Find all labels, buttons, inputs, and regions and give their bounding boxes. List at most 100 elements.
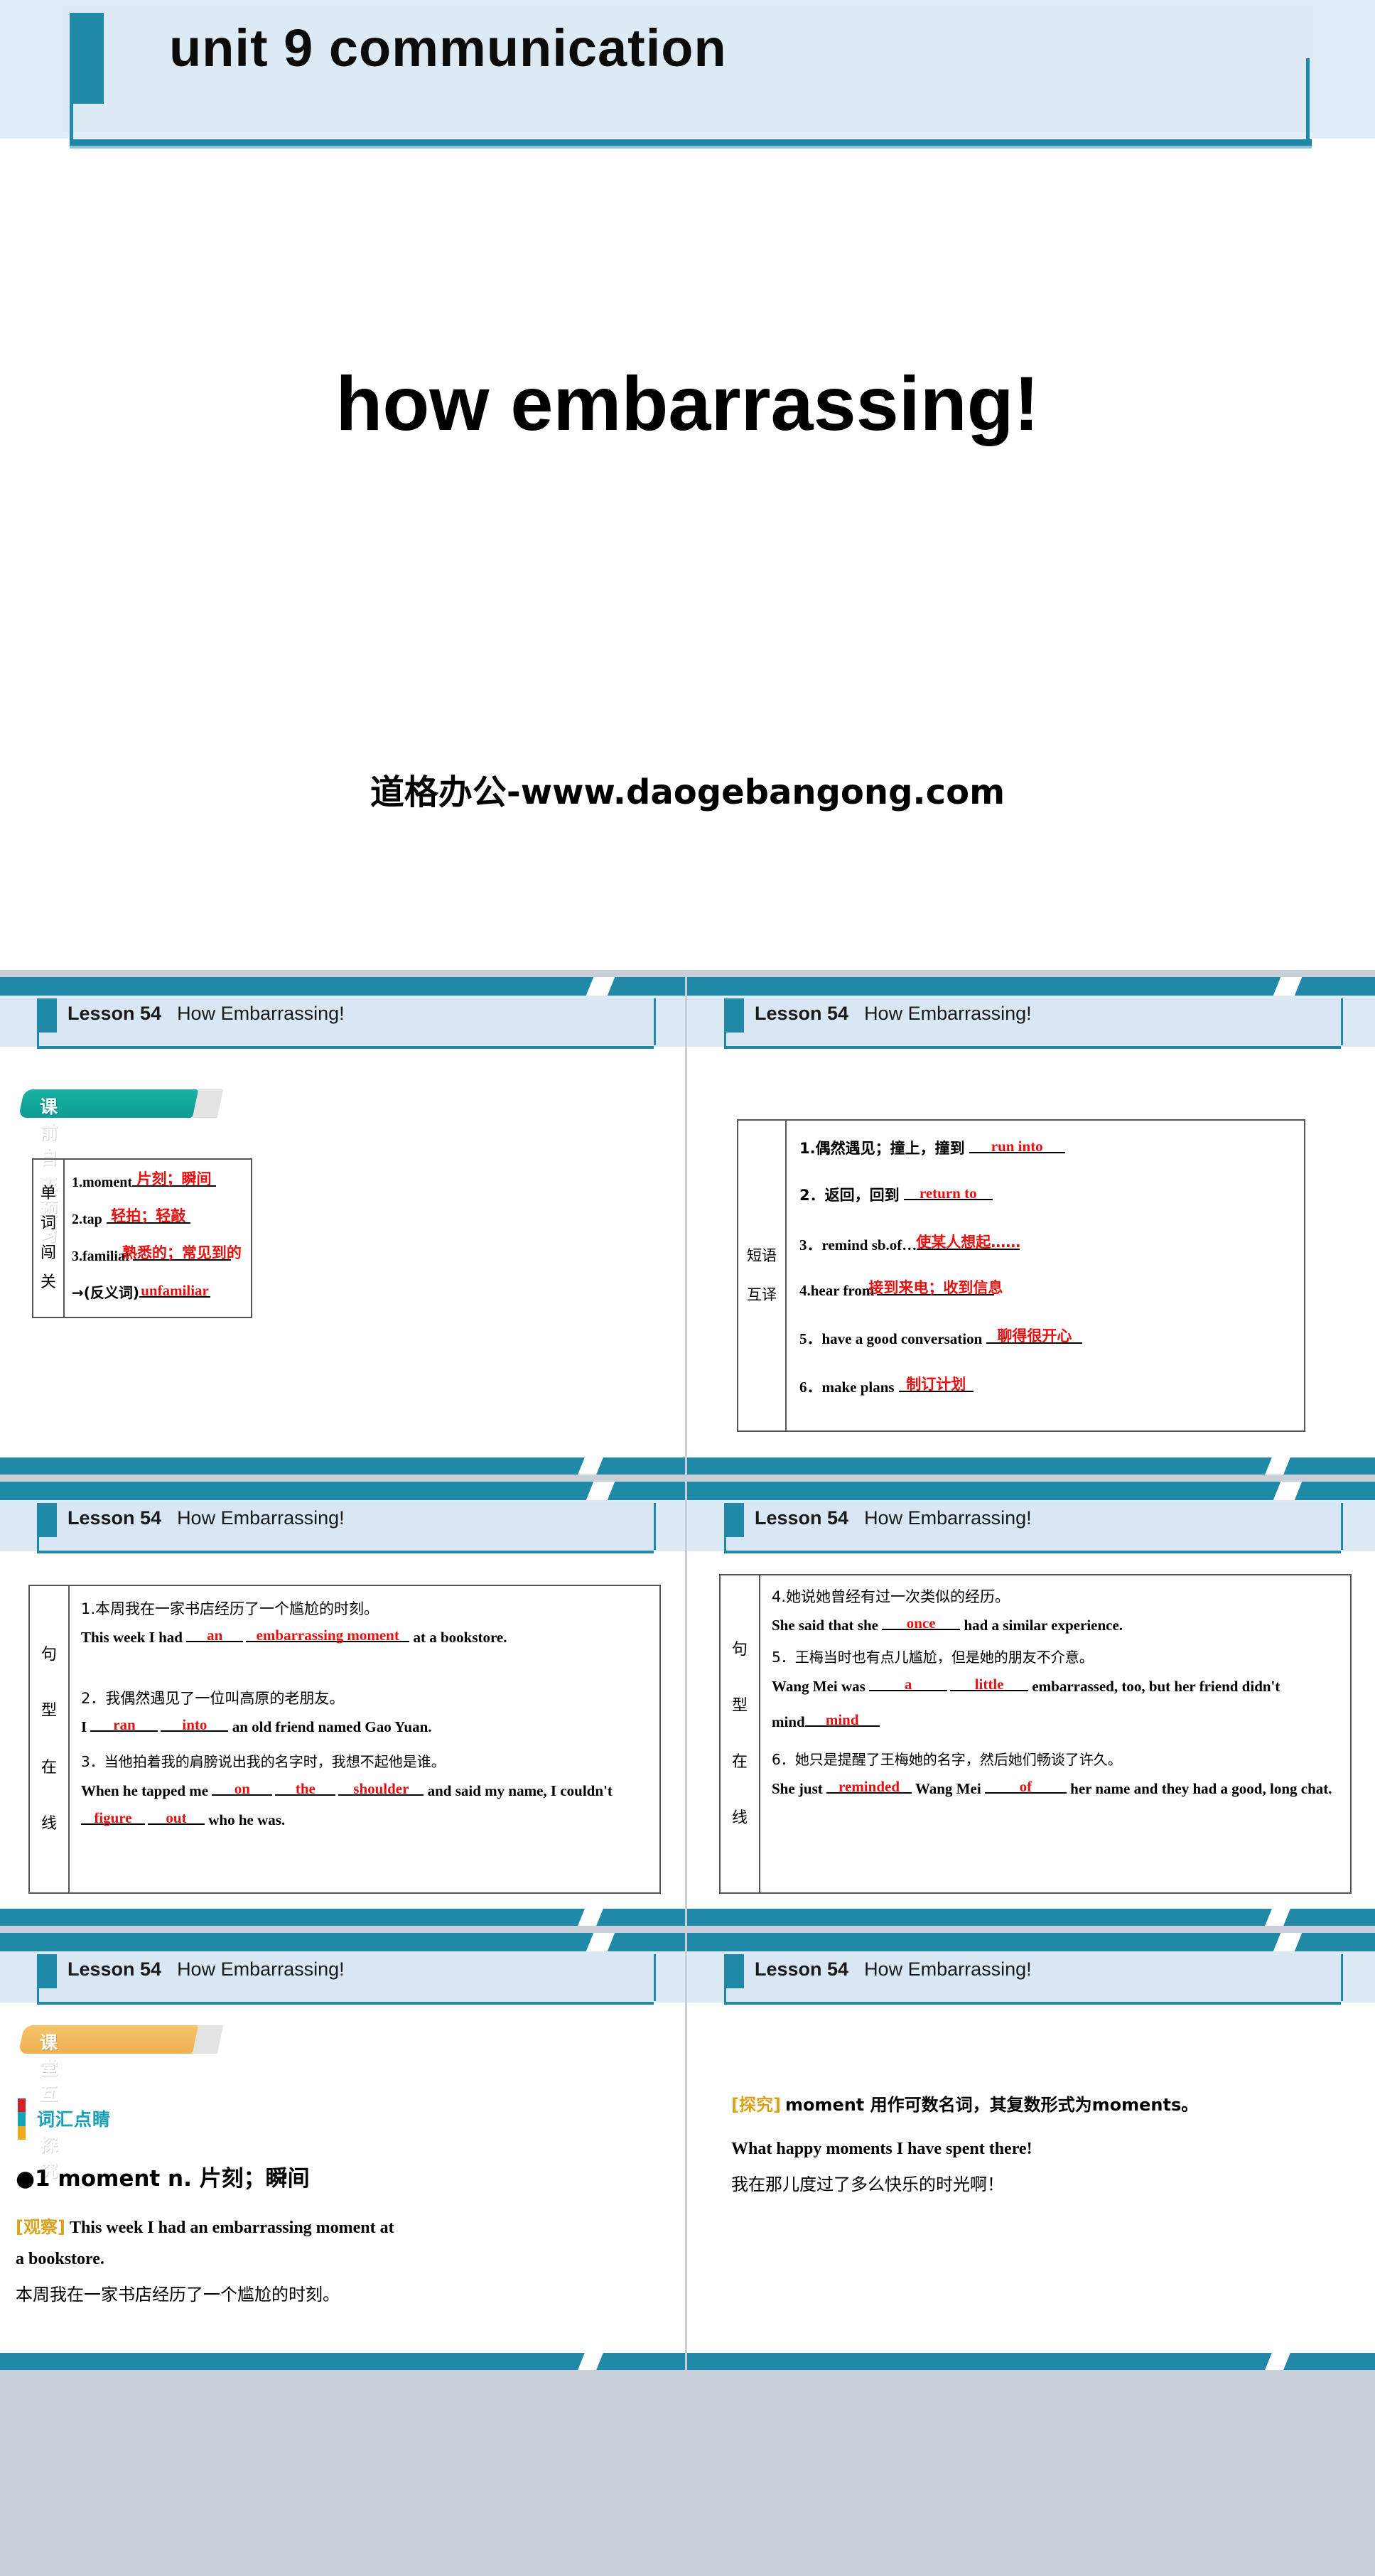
bottom-bar-slash	[1265, 1457, 1290, 1475]
blank-answer: embarrassing moment	[256, 1627, 399, 1644]
topic-label: How Embarrassing!	[177, 1958, 345, 1980]
sentence-part: mind	[772, 1713, 805, 1730]
sentence-part: had a similar experience.	[960, 1617, 1123, 1634]
phrase-prompt: make plans	[821, 1379, 895, 1396]
color-bar-yellow	[18, 2125, 26, 2140]
top-bar-slash	[1273, 977, 1303, 996]
topic-label: How Embarrassing!	[864, 1507, 1032, 1529]
table-row: 6．make plans 制订计划	[799, 1375, 974, 1397]
vocab-answer: 轻拍；轻敲	[111, 1207, 186, 1224]
phrase-prompt: hear from	[810, 1282, 875, 1299]
sentence-en-cont: mind mind	[772, 1708, 1361, 1737]
sentence-part: embarrassed, too, but her friend didn't	[1028, 1678, 1280, 1695]
slide-grid: Lesson 54 How Embarrassing! 课前自主预习 单 词 闯 …	[0, 970, 1375, 2370]
title-underline-light	[70, 146, 1312, 149]
phrase-num: 2．	[799, 1187, 825, 1204]
slide-header-underline	[724, 1551, 1341, 1553]
sentence-part: an old friend named Gao Yuan.	[228, 1718, 432, 1735]
sentence-table-2: 句 型 在 线 4.她说她曾经有过一次类似的经历。 She said that …	[719, 1574, 1352, 1894]
top-bar-slash	[1273, 1933, 1303, 1951]
slide-header-accent	[37, 1954, 57, 1988]
sentence-part: Wang Mei	[912, 1780, 985, 1797]
sentence-en: She just reminded Wang Mei of her name a…	[772, 1774, 1375, 1804]
table-row: 3.familiar 熟悉的；常见到的	[72, 1244, 242, 1265]
section-title: 词汇点睛	[37, 2109, 112, 2130]
slide-phrase-translate[interactable]: Lesson 54 How Embarrassing! 短语 互译 1.偶然遇见；…	[687, 977, 1375, 1475]
phrase-table-label: 短语 互译	[738, 1121, 787, 1430]
slide-top-bar	[0, 977, 685, 996]
phrase-prompt: have a good conversation	[821, 1330, 983, 1347]
title-left-accent-tail	[70, 104, 73, 141]
sentence-part: who he was.	[205, 1811, 286, 1828]
sentence-cn: 1.本周我在一家书店经历了一个尴尬的时刻。	[81, 1600, 379, 1617]
sentence-cn: 3．当他拍着我的肩膀说出我的名字时，我想不起他是谁。	[81, 1753, 446, 1770]
phrase-answer: 聊得很开心	[997, 1327, 1072, 1344]
blank-answer: on	[234, 1780, 250, 1797]
observe-line-2: a bookstore.	[16, 2250, 104, 2268]
sentence-en: She said that she once had a similar exp…	[772, 1611, 1361, 1640]
row-spacer	[0, 1926, 1375, 1933]
blank-answer: little	[974, 1676, 1004, 1693]
slide-header-accent	[724, 1503, 744, 1537]
vocab-entry: ●1 moment n. 片刻；瞬间	[16, 2166, 310, 2192]
slide-interactive-explore[interactable]: Lesson 54 How Embarrassing! 课堂互动探究 词汇点睛 ●…	[0, 1933, 687, 2370]
phrase-prompt: 返回，回到	[824, 1187, 900, 1204]
phrase-num: 4.	[799, 1282, 811, 1299]
slide-top-bar	[687, 1933, 1375, 1951]
slide-top-bar	[687, 977, 1375, 996]
bottom-bar-slash	[578, 2353, 603, 2370]
phrase-num: 5．	[799, 1330, 822, 1347]
slide-top-bar	[0, 1482, 685, 1500]
slide-header-underline	[37, 1046, 654, 1049]
sentence-part: and said my name, I couldn't	[424, 1782, 613, 1799]
slide-vocab-preview[interactable]: Lesson 54 How Embarrassing! 课前自主预习 单 词 闯 …	[0, 977, 687, 1475]
slide-bottom-bar	[687, 1457, 1375, 1475]
unit-title: unit 9 communication	[169, 18, 727, 77]
sentence-table-1: 句 型 在 线 1.本周我在一家书店经历了一个尴尬的时刻。 This week …	[28, 1585, 661, 1894]
sentence-table-label: 句 型 在 线	[30, 1586, 70, 1892]
slide-sentences-2[interactable]: Lesson 54 How Embarrassing! 句 型 在 线 4.她说她…	[687, 1482, 1375, 1926]
top-bar-slash	[586, 977, 615, 996]
slide-sentences-1[interactable]: Lesson 54 How Embarrassing! 句 型 在 线 1.本周我…	[0, 1482, 687, 1926]
phrase-answer: 制订计划	[906, 1376, 966, 1393]
color-bar-teal	[18, 2112, 26, 2126]
slide-header-underline	[37, 2002, 654, 2005]
label-char: 单	[40, 1184, 56, 1202]
vocab-table-body: 1.moment 片刻；瞬间 2.tap 轻拍；轻敲 3.familiar 熟悉的；常…	[65, 1160, 251, 1317]
sentence-part: She said that she	[772, 1617, 883, 1634]
sentence-cn: 2．我偶然遇见了一位叫高原的老朋友。	[81, 1690, 345, 1707]
vocab-table: 单 词 闯 关 1.moment 片刻；瞬间 2.tap 轻拍；轻敲 3.fam…	[32, 1158, 252, 1318]
slide-header-accent	[37, 1503, 57, 1537]
label-char: 关	[40, 1273, 56, 1292]
slide-header-underline	[724, 1046, 1341, 1049]
sentence-table-body: 1.本周我在一家书店经历了一个尴尬的时刻。 This week I had an…	[70, 1586, 659, 1892]
label-char: 线	[731, 1809, 748, 1828]
slide-header-accent	[37, 998, 57, 1033]
label-word: 互译	[747, 1286, 777, 1303]
blank-answer: shoulder	[353, 1780, 409, 1797]
sentence-part: When he tapped me	[81, 1782, 212, 1799]
top-bar-slash	[586, 1933, 615, 1951]
phrase-table: 短语 互译 1.偶然遇见；撞上，撞到 run into 2．返回，回到 retu…	[737, 1119, 1305, 1432]
blank-answer: of	[1019, 1778, 1032, 1795]
table-row: 5．have a good conversation 聊得很开心	[799, 1327, 1083, 1349]
bottom-bar-slash	[1265, 2353, 1290, 2370]
phrase-prompt: 偶然遇见；撞上，撞到	[815, 1140, 965, 1157]
observe-translation: 本周我在一家书店经历了一个尴尬的时刻。	[16, 2285, 340, 2305]
label-char: 型	[731, 1696, 748, 1715]
observe-label: [观察]	[16, 2217, 65, 2237]
slide-row-3: Lesson 54 How Embarrassing! 课堂互动探究 词汇点睛 ●…	[0, 1933, 1375, 2370]
phrase-num: 1.	[799, 1140, 816, 1157]
bottom-bar-slash	[1265, 1909, 1290, 1926]
label-char: 闯	[40, 1244, 56, 1262]
lesson-label: Lesson 54	[68, 1958, 162, 1980]
table-row: 2．返回，回到 return to	[799, 1183, 993, 1205]
table-row: 4.hear from 接到来电；收到信息	[799, 1278, 1003, 1300]
slide-explore-note[interactable]: Lesson 54 How Embarrassing! [探究] moment 用…	[687, 1933, 1375, 2370]
title-left-accent-bar	[70, 13, 104, 104]
slide-row-2: Lesson 54 How Embarrassing! 句 型 在 线 1.本周我…	[0, 1482, 1375, 1926]
row-spacer	[0, 1475, 1375, 1482]
top-bar-slash	[1273, 1482, 1303, 1500]
sentence-table-label: 句 型 在 线	[721, 1575, 760, 1892]
phrase-num: 3．	[799, 1236, 822, 1254]
